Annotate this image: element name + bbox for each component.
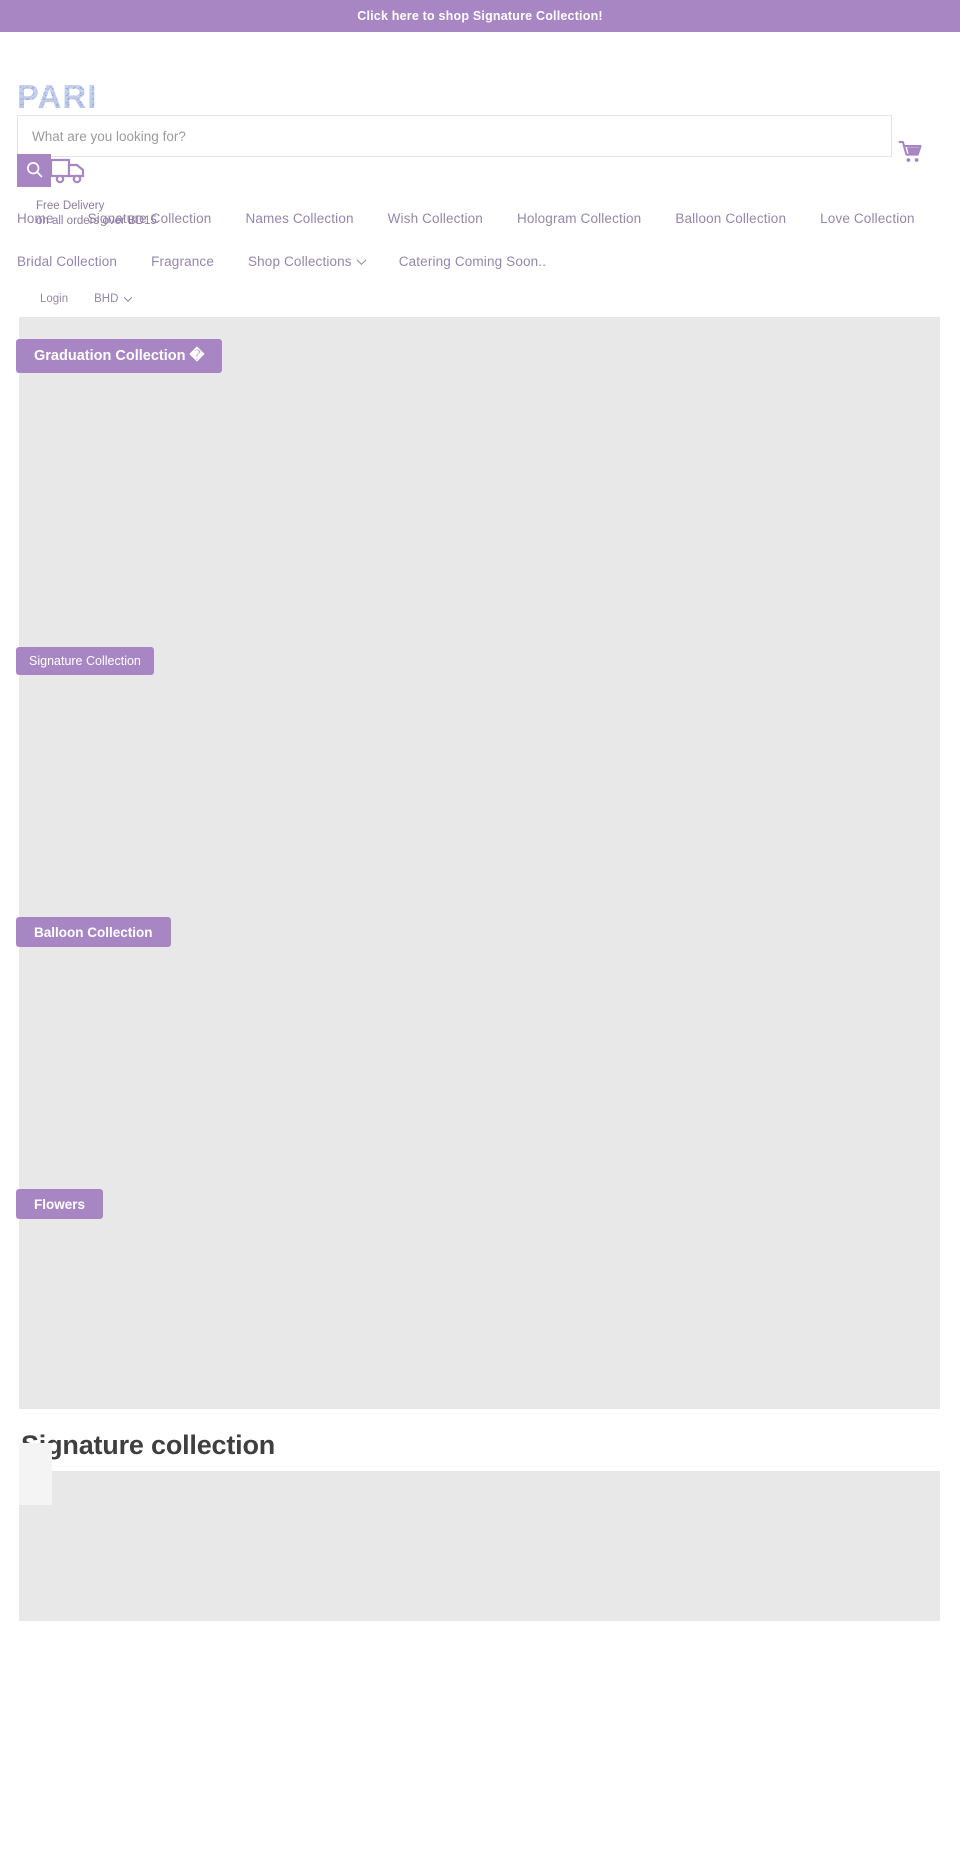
nav-item-shop-collections-label: Shop Collections bbox=[248, 254, 352, 269]
search-icon bbox=[26, 161, 43, 181]
chevron-down-icon bbox=[124, 293, 133, 302]
delivery-truck-icon bbox=[49, 154, 86, 187]
hero-badge-flowers[interactable]: Flowers bbox=[16, 1189, 104, 1219]
site-logo[interactable]: PARI bbox=[17, 80, 98, 113]
signature-collection-products bbox=[19, 1442, 940, 1621]
nav-row-primary: Home Signature Collection Names Collecti… bbox=[17, 197, 960, 240]
shopping-cart-icon[interactable] bbox=[898, 139, 924, 165]
free-delivery-line1: Free Delivery bbox=[36, 200, 105, 212]
search-input[interactable] bbox=[18, 116, 891, 156]
nav-row-secondary: Bridal Collection Fragrance Shop Collect… bbox=[17, 240, 960, 283]
signature-collection-section: Signature collection bbox=[0, 1409, 960, 1621]
free-delivery-note: Free Delivery on all orders over BD15 bbox=[36, 199, 157, 229]
hero-tile-graduation[interactable]: Graduation Collection � bbox=[16, 317, 940, 635]
hero-badge-balloon[interactable]: Balloon Collection bbox=[16, 917, 171, 947]
nav-item-bridal-collection[interactable]: Bridal Collection bbox=[17, 240, 117, 283]
hero-tile-balloon[interactable]: Balloon Collection bbox=[16, 905, 940, 1177]
hero-badge-signature[interactable]: Signature Collection bbox=[16, 647, 154, 675]
nav-item-shop-collections[interactable]: Shop Collections bbox=[248, 240, 367, 283]
product-card-placeholder bbox=[19, 1442, 52, 1505]
signature-collection-title: Signature collection bbox=[21, 1430, 276, 1460]
nav-item-catering-coming-soon[interactable]: Catering Coming Soon.. bbox=[399, 240, 546, 283]
currency-selector-label: BHD bbox=[94, 293, 119, 305]
free-delivery-line2: on all orders over BD15 bbox=[36, 215, 157, 227]
nav-item-hologram-collection[interactable]: Hologram Collection bbox=[517, 197, 641, 240]
search-box bbox=[17, 115, 892, 157]
currency-selector[interactable]: BHD bbox=[94, 293, 133, 305]
utility-row: Login BHD bbox=[17, 283, 960, 317]
nav-item-love-collection[interactable]: Love Collection bbox=[820, 197, 915, 240]
hero-badge-graduation[interactable]: Graduation Collection � bbox=[16, 339, 223, 373]
nav-item-wish-collection[interactable]: Wish Collection bbox=[388, 197, 483, 240]
announcement-text[interactable]: Click here to shop Signature Collection! bbox=[357, 10, 603, 23]
hero-tile-flowers[interactable]: Flowers bbox=[16, 1177, 940, 1409]
hero-collections: Graduation Collection � Signature Collec… bbox=[16, 317, 940, 1409]
announcement-bar[interactable]: Click here to shop Signature Collection! bbox=[0, 0, 960, 32]
search-submit-button[interactable] bbox=[17, 154, 51, 187]
nav-item-balloon-collection[interactable]: Balloon Collection bbox=[675, 197, 786, 240]
site-header: PARI Free Delivery on all orders over BD… bbox=[0, 32, 960, 227]
nav-item-names-collection[interactable]: Names Collection bbox=[245, 197, 353, 240]
login-link[interactable]: Login bbox=[40, 293, 68, 305]
chevron-down-icon bbox=[356, 255, 367, 266]
hero-tile-signature[interactable]: Signature Collection bbox=[16, 635, 940, 905]
nav-item-fragrance[interactable]: Fragrance bbox=[151, 240, 214, 283]
